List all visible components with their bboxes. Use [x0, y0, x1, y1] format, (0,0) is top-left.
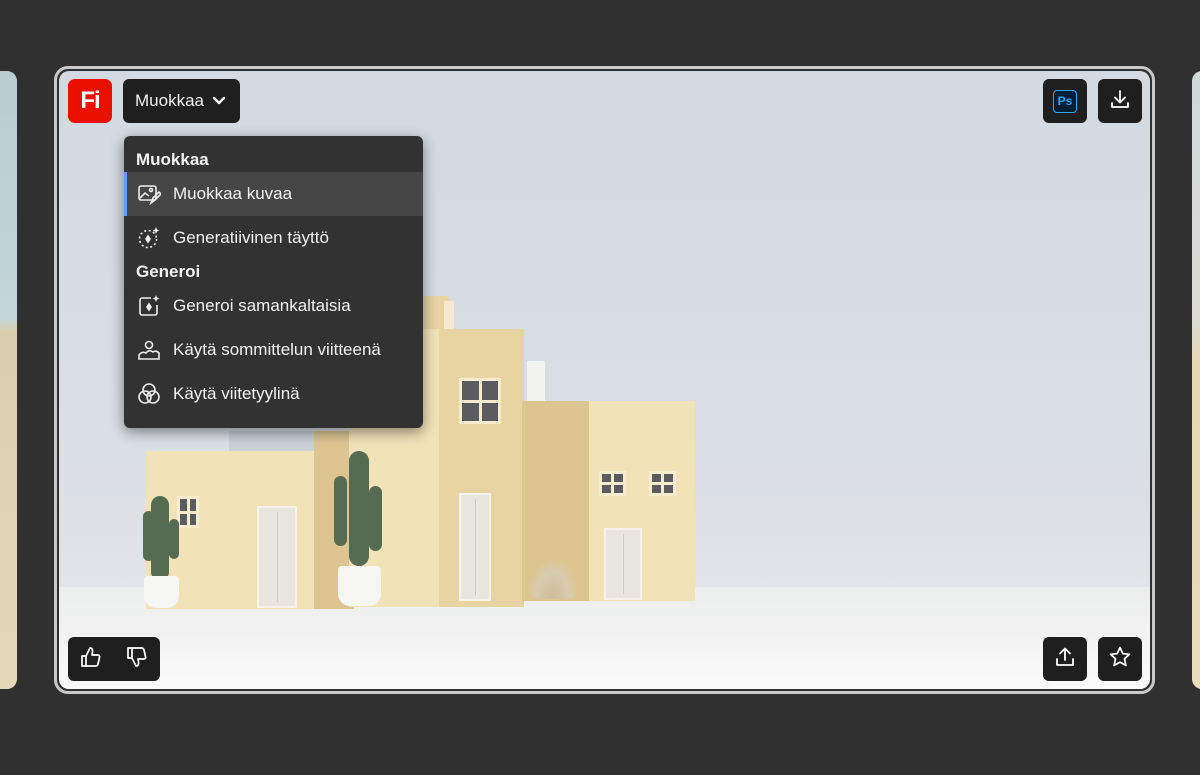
menu-item-edit-image[interactable]: Muokkaa kuvaa: [124, 172, 423, 216]
download-button[interactable]: [1098, 79, 1142, 123]
generative-fill-icon: [136, 225, 162, 251]
edit-dropdown-label: Muokkaa: [135, 91, 204, 110]
edit-image-icon: [136, 181, 162, 207]
thumbs-down-icon[interactable]: [125, 645, 149, 674]
generate-similar-icon: [136, 293, 162, 319]
menu-item-composition-reference[interactable]: Käytä sommittelun viitteenä: [124, 328, 423, 372]
firefly-logo[interactable]: Fi: [68, 79, 112, 123]
style-reference-icon: [136, 381, 162, 407]
composition-reference-icon: [136, 337, 162, 363]
open-in-photoshop-button[interactable]: Ps: [1043, 79, 1087, 123]
edit-menu: Muokkaa Muokkaa kuvaa Generatiivinen täy…: [124, 136, 423, 428]
menu-item-label: Muokkaa kuvaa: [173, 184, 293, 203]
menu-section-edit-title: Muokkaa: [136, 150, 209, 169]
menu-item-generative-fill[interactable]: Generatiivinen täyttö: [124, 216, 423, 260]
favorite-button[interactable]: [1098, 637, 1142, 681]
edit-dropdown-button[interactable]: Muokkaa: [123, 79, 240, 123]
chevron-down-icon: [212, 91, 226, 111]
thumbs-up-icon[interactable]: [79, 645, 103, 674]
menu-item-label: Käytä sommittelun viitteenä: [173, 340, 381, 359]
menu-item-label: Generatiivinen täyttö: [173, 228, 329, 247]
logo-text: Fi: [80, 87, 100, 114]
menu-item-label: Käytä viitetyylinä: [173, 384, 300, 403]
next-image-card[interactable]: [1192, 71, 1200, 689]
share-button[interactable]: [1043, 637, 1087, 681]
feedback-group: [68, 637, 160, 681]
menu-item-style-reference[interactable]: Käytä viitetyylinä: [124, 372, 423, 416]
previous-image-card[interactable]: [0, 71, 17, 689]
menu-item-generate-similar[interactable]: Generoi samankaltaisia: [124, 284, 423, 328]
star-icon: [1108, 645, 1132, 674]
share-icon: [1054, 646, 1076, 673]
download-icon: [1109, 88, 1131, 115]
menu-item-label: Generoi samankaltaisia: [173, 296, 351, 315]
menu-section-generate-title: Generoi: [136, 262, 201, 281]
photoshop-icon: Ps: [1053, 89, 1077, 113]
